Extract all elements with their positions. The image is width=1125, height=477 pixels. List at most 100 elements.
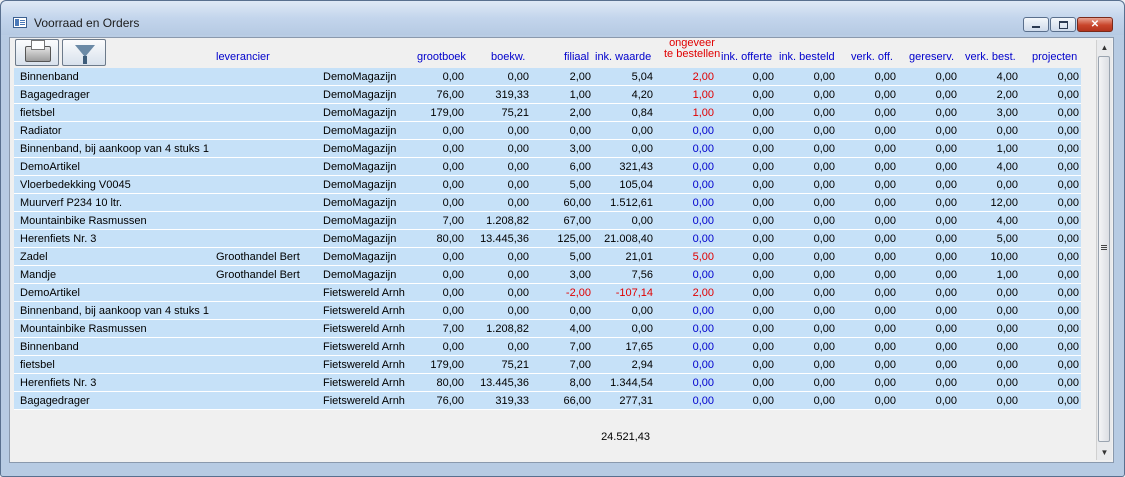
cell-boekw: 0,00 bbox=[507, 305, 529, 317]
cell-filiaal: 7,00 bbox=[569, 359, 591, 371]
scroll-up-icon[interactable]: ▲ bbox=[1097, 40, 1112, 55]
cell-ongeveer: 0,00 bbox=[692, 143, 714, 155]
cell-verk-off: 0,00 bbox=[874, 377, 896, 389]
cell-ink-besteld: 0,00 bbox=[813, 161, 835, 173]
cell-leverancier bbox=[216, 320, 322, 338]
cell-artikel: Herenfiets Nr. 3 bbox=[20, 233, 97, 245]
cell-gereserv: 0,00 bbox=[935, 287, 957, 299]
table-row[interactable]: Bagagedrager Fietswereld Arnhem 76,00 319,3… bbox=[14, 392, 1081, 410]
maximize-button[interactable] bbox=[1050, 17, 1076, 32]
cell-verk-best: 0,00 bbox=[996, 359, 1018, 371]
cell-gereserv: 0,00 bbox=[935, 341, 957, 353]
header-boekw[interactable]: boekw. bbox=[491, 51, 525, 63]
table-row[interactable]: Zadel Groothandel Bert DemoMagazijn 0,00 0,0… bbox=[14, 248, 1081, 266]
cell-magazijn: DemoMagazijn bbox=[323, 197, 397, 209]
cell-boekw: 0,00 bbox=[507, 179, 529, 191]
header-ink-besteld[interactable]: ink. besteld bbox=[779, 51, 835, 63]
scroll-down-icon[interactable]: ▼ bbox=[1097, 445, 1112, 460]
header-ink-offerte[interactable]: ink. offerte bbox=[721, 51, 772, 63]
cell-gereserv: 0,00 bbox=[935, 197, 957, 209]
minimize-button[interactable] bbox=[1023, 17, 1049, 32]
table-row[interactable]: DemoArtikel DemoMagazijn 0,00 0,00 6,00 321,4… bbox=[14, 158, 1081, 176]
cell-leverancier bbox=[216, 374, 322, 392]
cell-ongeveer: 0,00 bbox=[692, 269, 714, 281]
cell-boekw: 0,00 bbox=[507, 71, 529, 83]
cell-ongeveer: 0,00 bbox=[692, 305, 714, 317]
cell-boekw: 319,33 bbox=[495, 395, 529, 407]
table-row[interactable]: Herenfiets Nr. 3 Fietswereld Arnhem 80,00 1… bbox=[14, 374, 1081, 392]
cell-projecten: 0,00 bbox=[1057, 215, 1079, 227]
cell-projecten: 0,00 bbox=[1057, 305, 1079, 317]
cell-filiaal: 125,00 bbox=[557, 233, 591, 245]
cell-filiaal: 5,00 bbox=[569, 179, 591, 191]
table-row[interactable]: Mandje Groothandel Bert DemoMagazijn 0,00 0,… bbox=[14, 266, 1081, 284]
cell-boekw: 0,00 bbox=[507, 287, 529, 299]
scroll-thumb[interactable] bbox=[1098, 56, 1110, 442]
cell-leverancier bbox=[216, 212, 322, 230]
cell-leverancier bbox=[216, 392, 322, 410]
cell-verk-best: 3,00 bbox=[996, 107, 1018, 119]
cell-verk-off: 0,00 bbox=[874, 143, 896, 155]
cell-verk-off: 0,00 bbox=[874, 233, 896, 245]
cell-ink-waarde: 0,00 bbox=[631, 143, 653, 155]
table-row[interactable]: fietsbel DemoMagazijn 179,00 75,21 2,00 0,84 1… bbox=[14, 104, 1081, 122]
header-ongeveer[interactable]: ongeveer te bestellen bbox=[664, 38, 720, 60]
title-bar[interactable]: Voorraad en Orders bbox=[1, 1, 1124, 35]
vertical-scrollbar[interactable]: ▲ ▼ bbox=[1096, 40, 1112, 460]
cell-boekw: 0,00 bbox=[507, 251, 529, 263]
header-filiaal[interactable]: filiaal bbox=[564, 51, 589, 63]
cell-verk-best: 4,00 bbox=[996, 215, 1018, 227]
header-gereserv[interactable]: gereserv. bbox=[909, 51, 954, 63]
cell-ink-besteld: 0,00 bbox=[813, 197, 835, 209]
cell-grootboek: 0,00 bbox=[442, 305, 464, 317]
cell-leverancier bbox=[216, 356, 322, 374]
header-verk-off[interactable]: verk. off. bbox=[851, 51, 893, 63]
table-row[interactable]: Radiator DemoMagazijn 0,00 0,00 0,00 0,00 0,00… bbox=[14, 122, 1081, 140]
cell-leverancier bbox=[216, 338, 322, 356]
table-row[interactable]: Vloerbedekking V0045 DemoMagazijn 0,00 0,00… bbox=[14, 176, 1081, 194]
cell-ongeveer: 0,00 bbox=[692, 377, 714, 389]
cell-projecten: 0,00 bbox=[1057, 89, 1079, 101]
cell-magazijn: DemoMagazijn bbox=[323, 251, 397, 263]
table-row[interactable]: Binnenband, bij aankoop van 4 stuks 1 Dem… bbox=[14, 140, 1081, 158]
header-verk-best[interactable]: verk. best. bbox=[965, 51, 1016, 63]
print-button[interactable] bbox=[15, 39, 59, 66]
cell-projecten: 0,00 bbox=[1057, 179, 1079, 191]
cell-filiaal: 7,00 bbox=[569, 341, 591, 353]
cell-ongeveer: 2,00 bbox=[692, 71, 714, 83]
table-row[interactable]: DemoArtikel Fietswereld Arnhem 0,00 0,00 -2,… bbox=[14, 284, 1081, 302]
cell-ink-waarde: 7,56 bbox=[631, 269, 653, 281]
table-row[interactable]: Mountainbike Rasmussen DemoMagazijn 7,00 1.… bbox=[14, 212, 1081, 230]
cell-verk-best: 2,00 bbox=[996, 89, 1018, 101]
cell-ink-waarde: 105,04 bbox=[619, 179, 653, 191]
table-row[interactable]: fietsbel Fietswereld Arnhem 179,00 75,21 7,0… bbox=[14, 356, 1081, 374]
table-row[interactable]: Muurverf P234 10 ltr. DemoMagazijn 0,00 0,0… bbox=[14, 194, 1081, 212]
header-ink-waarde[interactable]: ink. waarde bbox=[595, 51, 651, 63]
grip-icon bbox=[1101, 245, 1107, 246]
table-row[interactable]: Herenfiets Nr. 3 DemoMagazijn 80,00 13.445,… bbox=[14, 230, 1081, 248]
cell-ink-besteld: 0,00 bbox=[813, 125, 835, 137]
table-row[interactable]: Binnenband DemoMagazijn 0,00 0,00 2,00 5,04 2,… bbox=[14, 68, 1081, 86]
cell-verk-off: 0,00 bbox=[874, 161, 896, 173]
cell-ink-waarde: 5,04 bbox=[631, 71, 653, 83]
header-leverancier[interactable]: leverancier bbox=[216, 51, 270, 63]
cell-filiaal: 60,00 bbox=[563, 197, 591, 209]
table-row[interactable]: Binnenband Fietswereld Arnhem 0,00 0,00 7,00… bbox=[14, 338, 1081, 356]
filter-button[interactable] bbox=[62, 39, 106, 66]
header-projecten[interactable]: projecten bbox=[1032, 51, 1077, 63]
cell-ongeveer: 0,00 bbox=[692, 341, 714, 353]
cell-ink-waarde: 0,00 bbox=[631, 125, 653, 137]
table-row[interactable]: Binnenband, bij aankoop van 4 stuks 1 Fie… bbox=[14, 302, 1081, 320]
cell-magazijn: DemoMagazijn bbox=[323, 269, 397, 281]
cell-grootboek: 0,00 bbox=[442, 197, 464, 209]
cell-projecten: 0,00 bbox=[1057, 233, 1079, 245]
table-row[interactable]: Bagagedrager DemoMagazijn 76,00 319,33 1,00 4… bbox=[14, 86, 1081, 104]
cell-ink-besteld: 0,00 bbox=[813, 89, 835, 101]
cell-ink-waarde: 2,94 bbox=[631, 359, 653, 371]
close-button[interactable] bbox=[1077, 17, 1113, 32]
header-grootboek[interactable]: grootboek bbox=[417, 51, 466, 63]
header-ongeveer-line2: te bestellen bbox=[664, 48, 721, 60]
cell-ink-offerte: 0,00 bbox=[752, 233, 774, 245]
table-row[interactable]: Mountainbike Rasmussen Fietswereld Arnhem… bbox=[14, 320, 1081, 338]
cell-gereserv: 0,00 bbox=[935, 395, 957, 407]
